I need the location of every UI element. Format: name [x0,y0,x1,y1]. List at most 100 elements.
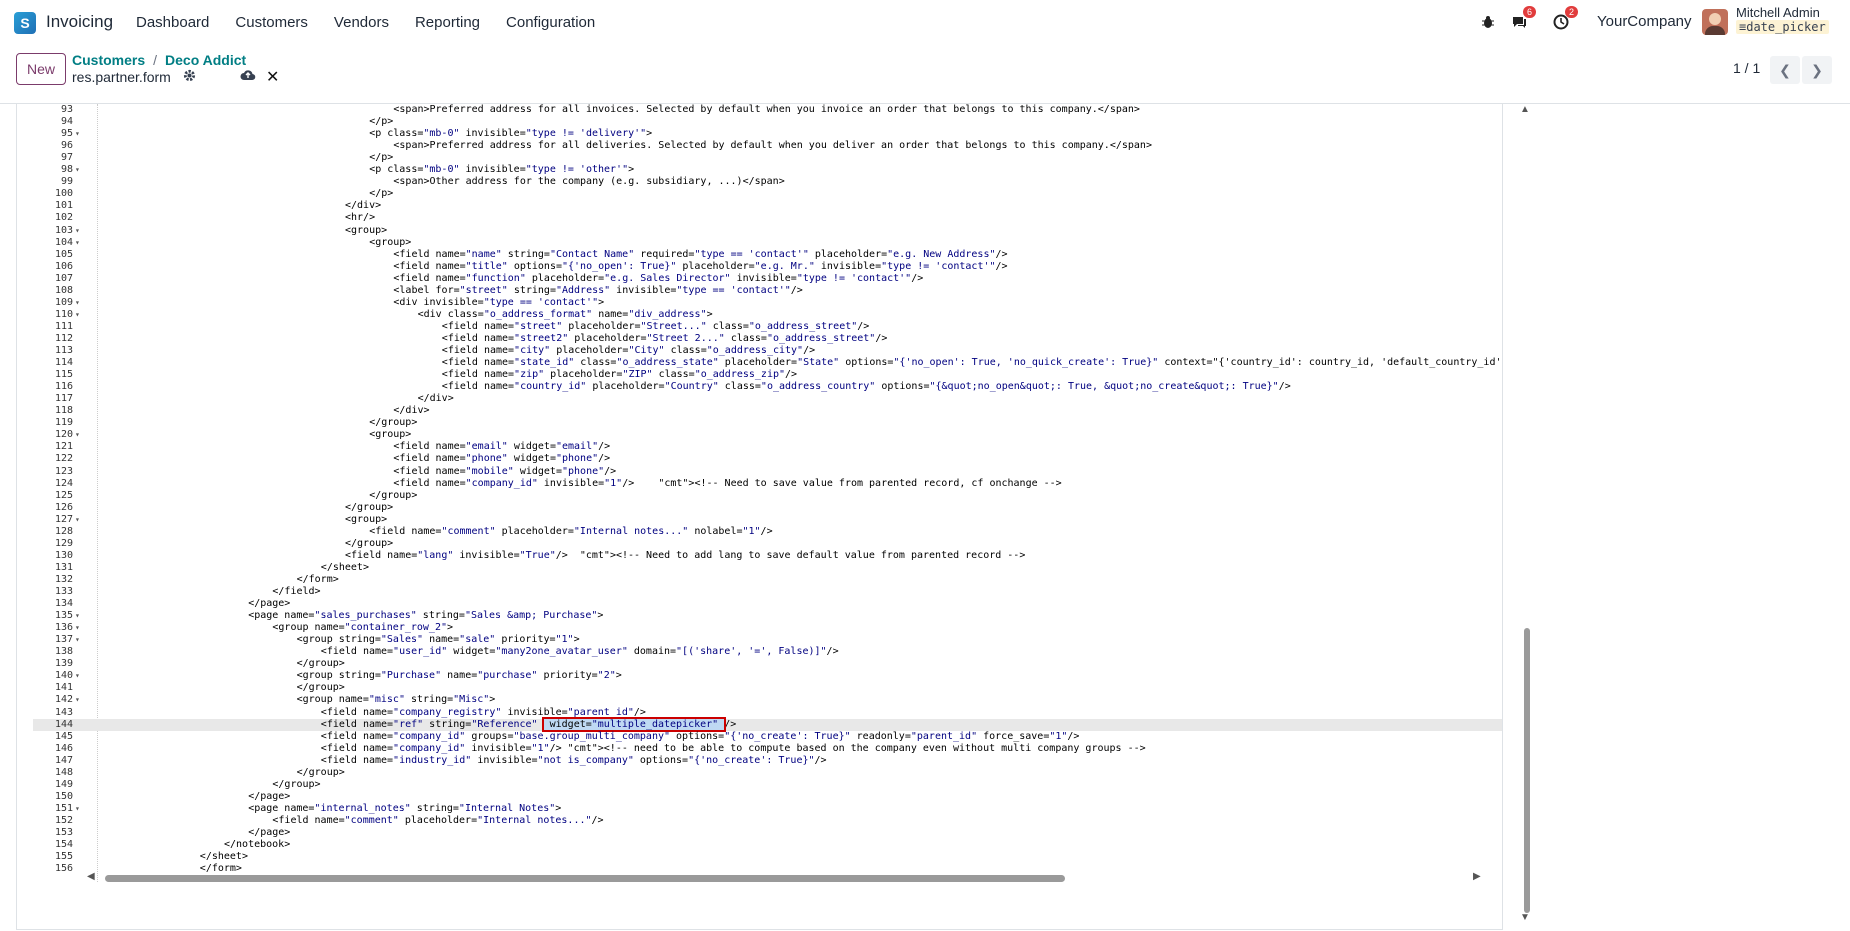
code-text[interactable]: <p class="mb-0" invisible="type != 'othe… [369,164,634,176]
code-text[interactable]: </sheet> [321,562,369,574]
code-text[interactable]: <span>Preferred address for all deliveri… [393,140,1152,152]
code-text[interactable]: <field name="company_id" invisible="1"/>… [321,743,1146,755]
code-text[interactable]: <field name="user_id" widget="many2one_a… [321,646,839,658]
scroll-right-arrow-icon[interactable]: ▶ [1473,871,1481,882]
fold-toggle-icon[interactable]: ▾ [75,694,85,706]
fold-toggle-icon[interactable]: ▾ [75,297,85,309]
code-line[interactable]: 142 ▾ <group name="misc" string="Misc"> [33,694,1502,706]
code-line[interactable]: 134 </page> [33,598,1502,610]
code-line[interactable]: 125 </group> [33,490,1502,502]
fold-toggle-icon[interactable]: ▾ [75,610,85,622]
messages-icon[interactable]: 6 [1510,6,1536,34]
code-text[interactable]: <field name="city" placeholder="City" cl… [442,345,815,357]
code-text[interactable]: </div> [418,393,454,405]
code-line[interactable]: 146 <field name="company_id" invisible="1… [33,743,1502,755]
code-text[interactable]: </group> [272,779,320,791]
code-text[interactable]: <hr/> [345,212,375,224]
code-line[interactable]: 118 </div> [33,405,1502,417]
code-line[interactable]: 127 ▾ <group> [33,514,1502,526]
code-text[interactable]: <field name="country_id" placeholder="Co… [442,381,1291,393]
code-text[interactable]: <field name="ref" string="Reference" wid… [321,716,736,732]
code-line[interactable]: 148 </group> [33,767,1502,779]
company-switcher[interactable]: YourCompany [1597,13,1692,30]
fold-toggle-icon[interactable]: ▾ [75,225,85,237]
code-text[interactable]: <span>Preferred address for all invoices… [393,104,1140,116]
code-text[interactable]: </p> [369,116,393,128]
gear-icon[interactable] [183,69,196,85]
code-line[interactable]: 121 <field name="email" widget="email"/> [33,441,1502,453]
code-line[interactable]: 138 <field name="user_id" widget="many2on… [33,646,1502,658]
code-line[interactable]: 156 </form> [33,863,1502,875]
vertical-scrollbar-thumb[interactable] [1524,628,1530,913]
code-text[interactable]: <field name="mobile" widget="phone"/> [393,466,616,478]
new-button[interactable]: New [16,53,66,85]
code-line[interactable]: 115 <field name="zip" placeholder="ZIP" c… [33,369,1502,381]
menu-dashboard[interactable]: Dashboard [136,14,209,31]
code-line[interactable]: 99 <span>Other address for the company (e… [33,176,1502,188]
user-name[interactable]: Mitchell Admin [1736,5,1820,20]
code-text[interactable]: <group name="container_row_2"> [272,622,453,634]
code-line[interactable]: 141 </group> [33,682,1502,694]
code-line[interactable]: 123 <field name="mobile" widget="phone"/> [33,466,1502,478]
code-line[interactable]: 132 </form> [33,574,1502,586]
breadcrumb-deco-addict[interactable]: Deco Addict [165,52,246,68]
code-line[interactable]: 93 <span>Preferred address for all invoic… [33,104,1502,116]
highlighted-widget-attribute[interactable]: widget="multiple_datepicker" [541,716,727,732]
code-line[interactable]: 128 <field name="comment" placeholder="In… [33,526,1502,538]
code-text[interactable]: <group string="Purchase" name="purchase"… [297,670,622,682]
code-line[interactable]: 113 <field name="city" placeholder="City"… [33,345,1502,357]
code-text[interactable]: <group> [369,237,411,249]
code-text[interactable]: <field name="comment" placeholder="Inter… [272,815,603,827]
code-text[interactable]: </group> [297,682,345,694]
code-line[interactable]: 102 <hr/> [33,212,1502,224]
fold-toggle-icon[interactable]: ▾ [75,429,85,441]
fold-toggle-icon[interactable]: ▾ [75,164,85,176]
code-text[interactable]: <page name="sales_purchases" string="Sal… [248,610,603,622]
code-line[interactable]: 111 <field name="street" placeholder="Str… [33,321,1502,333]
code-line[interactable]: 100 </p> [33,188,1502,200]
code-text[interactable]: <group string="Sales" name="sale" priori… [297,634,580,646]
code-text[interactable]: <span>Other address for the company (e.g… [393,176,784,188]
code-line[interactable]: 96 <span>Preferred address for all delive… [33,140,1502,152]
code-text[interactable]: <p class="mb-0" invisible="type != 'deli… [369,128,652,140]
code-text[interactable]: <group> [345,225,387,237]
code-line[interactable]: 131 </sheet> [33,562,1502,574]
code-text[interactable]: </form> [297,574,339,586]
code-text[interactable]: </notebook> [224,839,290,851]
code-text[interactable]: <page name="internal_notes" string="Inte… [248,803,561,815]
code-line[interactable]: 147 <field name="industry_id" invisible="… [33,755,1502,767]
user-avatar[interactable] [1702,9,1728,35]
code-text[interactable]: <field name="state_id" class="o_address_… [442,357,1502,369]
fold-toggle-icon[interactable]: ▾ [75,670,85,682]
code-line[interactable]: 135 ▾ <page name="sales_purchases" string=… [33,610,1502,622]
code-line[interactable]: 108 <label for="street" string="Address" … [33,285,1502,297]
code-text[interactable]: </group> [297,767,345,779]
code-line[interactable]: 130 <field name="lang" invisible="True"/>… [33,550,1502,562]
code-line[interactable]: 117 </div> [33,393,1502,405]
code-line[interactable]: 149 </group> [33,779,1502,791]
breadcrumb-customers[interactable]: Customers [72,52,145,68]
code-line[interactable]: 119 </group> [33,417,1502,429]
code-line[interactable]: 101 </div> [33,200,1502,212]
fold-toggle-icon[interactable]: ▾ [75,237,85,249]
menu-reporting[interactable]: Reporting [415,14,480,31]
code-line[interactable]: 126 </group> [33,502,1502,514]
code-line[interactable]: 110 ▾ <div class="o_address_format" name="… [33,309,1502,321]
pager-next-button[interactable]: ❯ [1802,56,1832,84]
code-line[interactable]: 114 <field name="state_id" class="o_addre… [33,357,1502,369]
code-line[interactable]: 153 </page> [33,827,1502,839]
code-text[interactable]: </group> [369,490,417,502]
code-line[interactable]: 152 <field name="comment" placeholder="In… [33,815,1502,827]
code-line[interactable]: 98 ▾ <p class="mb-0" invisible="type != 'o… [33,164,1502,176]
code-text[interactable]: </group> [297,658,345,670]
code-line[interactable]: 94 </p> [33,116,1502,128]
code-text[interactable]: <field name="comment" placeholder="Inter… [369,526,772,538]
code-text[interactable]: </div> [393,405,429,417]
code-line[interactable]: 105 <field name="name" string="Contact Na… [33,249,1502,261]
code-line[interactable]: 136 ▾ <group name="container_row_2"> [33,622,1502,634]
code-text[interactable]: <group> [369,429,411,441]
code-text[interactable]: </p> [369,152,393,164]
code-text[interactable]: <field name="street" placeholder="Street… [442,321,870,333]
code-text[interactable]: <group name="misc" string="Misc"> [297,694,496,706]
fold-toggle-icon[interactable]: ▾ [75,309,85,321]
